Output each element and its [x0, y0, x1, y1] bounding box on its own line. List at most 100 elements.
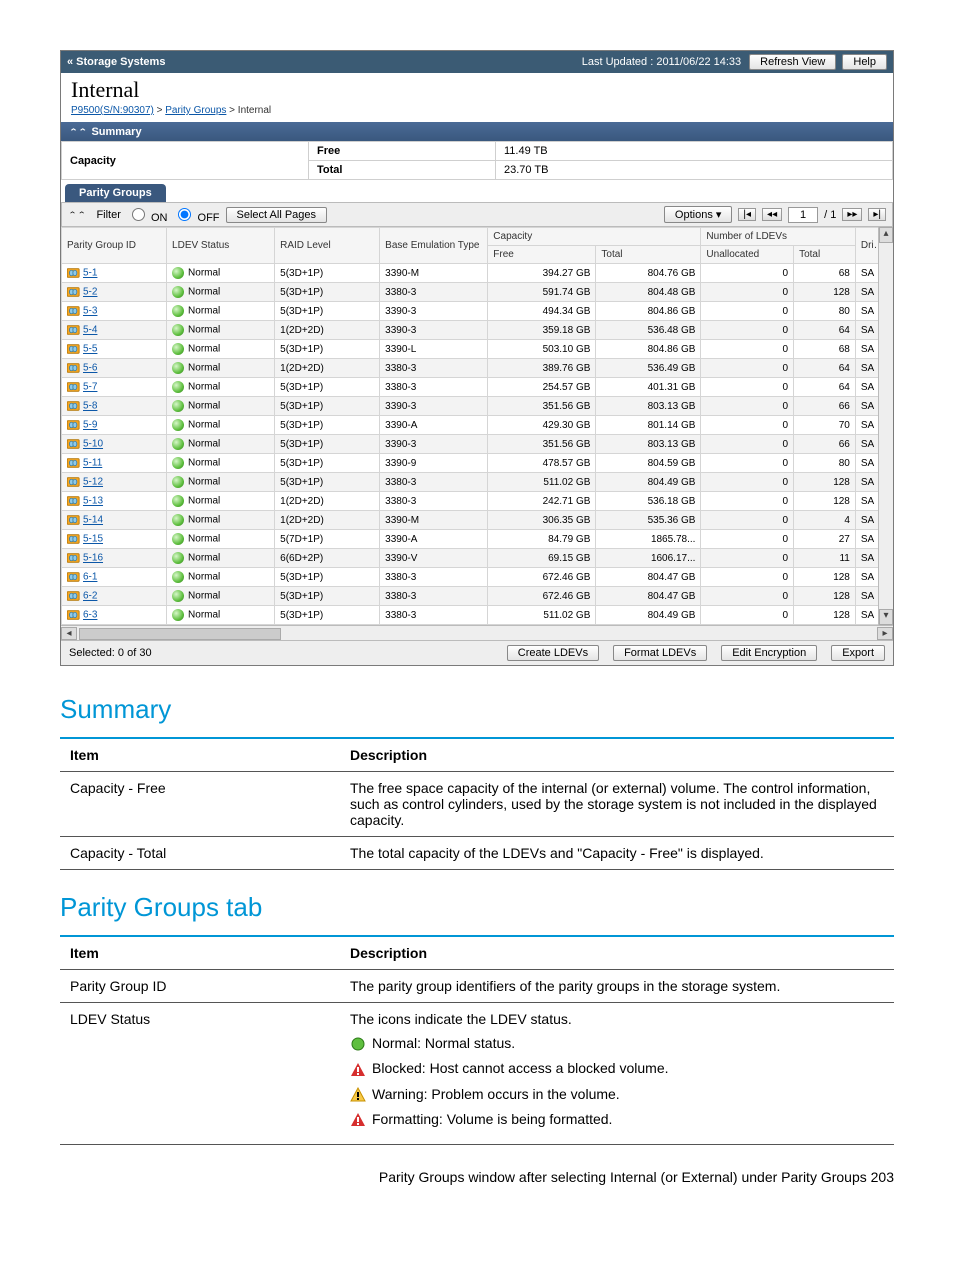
status-icon [172, 457, 184, 469]
table-row[interactable]: 5-6Normal1(2D+2D)3380-3389.76 GB536.49 G… [62, 359, 893, 378]
th-unallocated[interactable]: Unallocated [701, 246, 794, 264]
options-button[interactable]: Options ▾ [664, 206, 733, 223]
status-icon [172, 400, 184, 412]
table-row[interactable]: 5-9Normal5(3D+1P)3390-A429.30 GB801.14 G… [62, 416, 893, 435]
table-row[interactable]: 5-13Normal1(2D+2D)3380-3242.71 GB536.18 … [62, 492, 893, 511]
edit-encryption-button[interactable]: Edit Encryption [721, 645, 817, 661]
th-raid[interactable]: RAID Level [275, 228, 380, 264]
table-row[interactable]: 5-2Normal5(3D+1P)3380-3591.74 GB804.48 G… [62, 283, 893, 302]
table-row[interactable]: 5-15Normal5(7D+1P)3390-A84.79 GB1865.78.… [62, 530, 893, 549]
parity-group-link[interactable]: 6-2 [83, 591, 97, 602]
table-row[interactable]: 5-11Normal5(3D+1P)3390-9478.57 GB804.59 … [62, 454, 893, 473]
create-ldevs-button[interactable]: Create LDEVs [507, 645, 599, 661]
table-row[interactable]: 5-12Normal5(3D+1P)3380-3511.02 GB804.49 … [62, 473, 893, 492]
app-window: « Storage Systems Last Updated : 2011/06… [60, 50, 894, 666]
collapse-icon: ⌃⌃ [68, 210, 86, 219]
th-ldev-status[interactable]: LDEV Status [167, 228, 275, 264]
parity-groups-table: Parity Group ID LDEV Status RAID Level B… [61, 227, 893, 625]
summary-header[interactable]: ⌃⌃ Summary [61, 122, 893, 141]
last-page-button[interactable]: ▸| [868, 208, 886, 221]
table-row[interactable]: 5-5Normal5(3D+1P)3390-L503.10 GB804.86 G… [62, 340, 893, 359]
selected-count: Selected: 0 of 30 [69, 647, 152, 659]
status-icon [172, 552, 184, 564]
parity-group-link[interactable]: 5-3 [83, 306, 97, 317]
breadcrumb: P9500(S/N:90307) > Parity Groups > Inter… [71, 105, 883, 116]
help-button[interactable]: Help [842, 54, 887, 70]
warning-icon [350, 1087, 366, 1103]
total-value: 23.70 TB [496, 161, 893, 180]
first-page-button[interactable]: |◂ [738, 208, 756, 221]
status-icon [172, 305, 184, 317]
page-input[interactable] [788, 207, 818, 223]
parity-group-link[interactable]: 5-11 [83, 458, 102, 469]
summary-table: Capacity Free 11.49 TB Total 23.70 TB [61, 141, 893, 180]
horizontal-scrollbar[interactable]: ◂▸ [61, 625, 893, 640]
back-to-storage[interactable]: « Storage Systems [67, 56, 175, 68]
parity-group-link[interactable]: 5-8 [83, 401, 97, 412]
parity-group-link[interactable]: 5-6 [83, 363, 97, 374]
prev-page-button[interactable]: ◂◂ [762, 208, 782, 221]
table-row[interactable]: 6-2Normal5(3D+1P)3380-3672.46 GB804.47 G… [62, 587, 893, 606]
th-total[interactable]: Total [596, 246, 701, 264]
doc-summary-table: ItemDescription Capacity - FreeThe free … [60, 737, 894, 870]
parity-group-link[interactable]: 5-4 [83, 325, 97, 336]
parity-group-link[interactable]: 5-13 [83, 496, 103, 507]
vertical-scrollbar[interactable]: ▴ ▾ [878, 227, 893, 625]
export-button[interactable]: Export [831, 645, 885, 661]
doc-summary-heading: Summary [60, 694, 894, 725]
format-ldevs-button[interactable]: Format LDEVs [613, 645, 707, 661]
status-icon [172, 419, 184, 431]
table-row[interactable]: 6-3Normal5(3D+1P)3380-3511.02 GB804.49 G… [62, 606, 893, 625]
parity-group-link[interactable]: 5-16 [83, 553, 103, 564]
table-row[interactable]: 5-10Normal5(3D+1P)3390-3351.56 GB803.13 … [62, 435, 893, 454]
parity-group-link[interactable]: 5-10 [83, 439, 103, 450]
select-all-button[interactable]: Select All Pages [226, 207, 328, 223]
toolbar: ⌃⌃ Filter ON OFF Select All Pages Option… [61, 202, 893, 227]
table-row[interactable]: 6-1Normal5(3D+1P)3380-3672.46 GB804.47 G… [62, 568, 893, 587]
status-icon [172, 286, 184, 298]
parity-group-link[interactable]: 5-1 [83, 268, 97, 279]
page-title: Internal [71, 77, 883, 103]
blocked-icon [350, 1062, 366, 1078]
th-parity-group-id[interactable]: Parity Group ID [62, 228, 167, 264]
table-row[interactable]: 5-8Normal5(3D+1P)3390-3351.56 GB803.13 G… [62, 397, 893, 416]
table-row[interactable]: 5-1Normal5(3D+1P)3390-M394.27 GB804.76 G… [62, 264, 893, 283]
topbar: « Storage Systems Last Updated : 2011/06… [61, 51, 893, 73]
th-emulation[interactable]: Base Emulation Type [380, 228, 488, 264]
th-ntotal[interactable]: Total [794, 246, 856, 264]
parity-group-link[interactable]: 5-12 [83, 477, 103, 488]
page-footer: Parity Groups window after selecting Int… [60, 1169, 894, 1185]
parity-group-link[interactable]: 6-3 [83, 610, 97, 621]
breadcrumb-system[interactable]: P9500(S/N:90307) [71, 105, 154, 116]
normal-icon [350, 1036, 366, 1052]
status-icon [172, 514, 184, 526]
status-icon [172, 267, 184, 279]
parity-group-link[interactable]: 5-5 [83, 344, 97, 355]
table-row[interactable]: 5-3Normal5(3D+1P)3390-3494.34 GB804.86 G… [62, 302, 893, 321]
table-footer: Selected: 0 of 30 Create LDEVs Format LD… [61, 640, 893, 665]
parity-group-link[interactable]: 6-1 [83, 572, 97, 583]
filter-on[interactable]: ON [127, 205, 168, 224]
table-row[interactable]: 5-7Normal5(3D+1P)3380-3254.57 GB401.31 G… [62, 378, 893, 397]
filter-off[interactable]: OFF [173, 205, 219, 224]
refresh-button[interactable]: Refresh View [749, 54, 836, 70]
collapse-icon: ⌃⌃ [69, 127, 87, 136]
table-row[interactable]: 5-14Normal1(2D+2D)3390-M306.35 GB535.36 … [62, 511, 893, 530]
status-icon [172, 495, 184, 507]
parity-group-link[interactable]: 5-15 [83, 534, 103, 545]
parity-group-link[interactable]: 5-2 [83, 287, 97, 298]
breadcrumb-parity-groups[interactable]: Parity Groups [165, 105, 226, 116]
parity-group-link[interactable]: 5-7 [83, 382, 97, 393]
breadcrumb-current: Internal [238, 105, 271, 116]
table-row[interactable]: 5-16Normal6(6D+2P)3390-V69.15 GB1606.17.… [62, 549, 893, 568]
status-icon [172, 609, 184, 621]
th-free[interactable]: Free [488, 246, 596, 264]
table-row[interactable]: 5-4Normal1(2D+2D)3390-3359.18 GB536.48 G… [62, 321, 893, 340]
parity-group-link[interactable]: 5-9 [83, 420, 97, 431]
next-page-button[interactable]: ▸▸ [842, 208, 862, 221]
capacity-label: Capacity [62, 142, 309, 180]
parity-group-link[interactable]: 5-14 [83, 515, 103, 526]
tab-parity-groups[interactable]: Parity Groups [65, 184, 166, 202]
status-icon [172, 571, 184, 583]
last-updated: Last Updated : 2011/06/22 14:33 [582, 56, 741, 68]
